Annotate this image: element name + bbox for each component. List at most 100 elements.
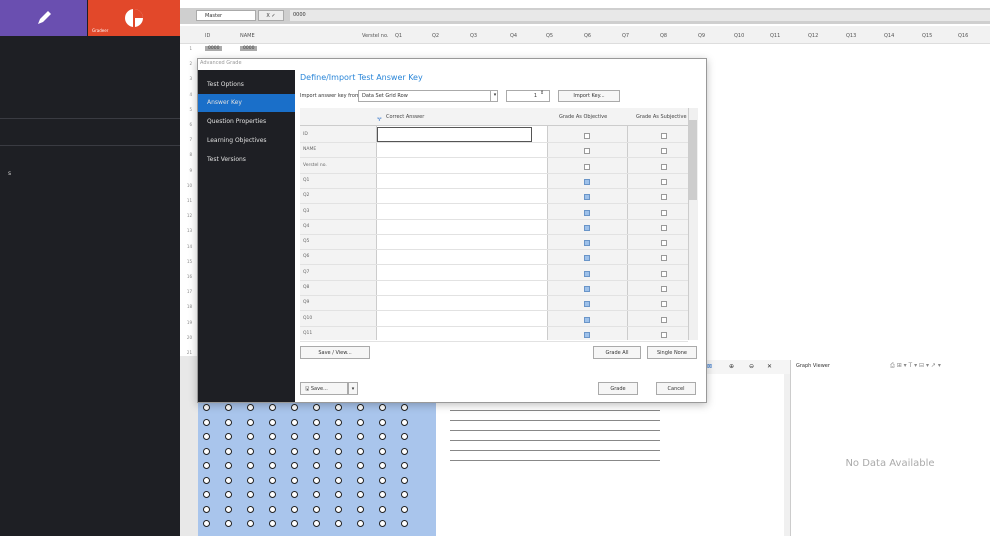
column-header[interactable]: Q3 bbox=[470, 33, 477, 39]
column-header[interactable]: Q12 bbox=[808, 33, 818, 39]
close-icon[interactable]: ✕ bbox=[767, 360, 772, 374]
nav-question-properties[interactable]: Question Properties bbox=[198, 113, 295, 131]
objective-checkbox[interactable] bbox=[584, 286, 590, 292]
nav-test-versions[interactable]: Test Versions bbox=[198, 151, 295, 169]
row-number[interactable]: 14 bbox=[180, 244, 194, 249]
save-view-button[interactable]: Save / View... bbox=[300, 346, 370, 359]
nav-test-options[interactable]: Test Options bbox=[198, 76, 295, 94]
column-header[interactable]: Verstel no. bbox=[362, 33, 389, 39]
row-number[interactable]: 3 bbox=[180, 76, 194, 81]
subjective-checkbox[interactable] bbox=[661, 270, 667, 277]
dialog-heading: Define/Import Test Answer Key bbox=[300, 73, 423, 82]
row-number[interactable]: 21 bbox=[180, 350, 194, 355]
cancel-button[interactable]: Cancel bbox=[656, 382, 696, 395]
column-header[interactable]: Q7 bbox=[622, 33, 629, 39]
table-scroll-thumb[interactable] bbox=[689, 120, 697, 200]
row-number[interactable]: 11 bbox=[180, 198, 194, 203]
row-number[interactable]: 4 bbox=[180, 92, 194, 97]
zoom-in-icon[interactable]: ⊕ bbox=[729, 360, 734, 374]
subjective-checkbox[interactable] bbox=[661, 255, 667, 262]
spinner-arrows-icon[interactable]: ⇕ bbox=[540, 90, 544, 96]
row-number[interactable]: 10 bbox=[180, 183, 194, 188]
grid-cell[interactable]: 0000 bbox=[240, 46, 258, 51]
edit-tool-button[interactable] bbox=[0, 0, 87, 36]
objective-checkbox[interactable] bbox=[584, 148, 590, 155]
grade-button[interactable]: Grade bbox=[598, 382, 638, 395]
row-number[interactable]: 18 bbox=[180, 304, 194, 309]
column-header[interactable]: Q8 bbox=[660, 33, 667, 39]
objective-checkbox[interactable] bbox=[584, 331, 590, 338]
single-none-button[interactable]: Single None bbox=[647, 346, 697, 359]
subjective-checkbox[interactable] bbox=[661, 178, 667, 185]
import-source-select[interactable]: Data Set Grid Row bbox=[358, 90, 498, 102]
column-header[interactable]: Q5 bbox=[546, 33, 553, 39]
subjective-checkbox[interactable] bbox=[661, 301, 667, 308]
row-number[interactable]: 15 bbox=[180, 259, 194, 264]
grid-cell[interactable]: 0000 bbox=[205, 46, 223, 51]
column-header[interactable]: Q1 bbox=[395, 33, 402, 39]
import-key-button[interactable]: Import Key... bbox=[558, 90, 620, 102]
save-dropdown-icon[interactable]: ▾ bbox=[348, 382, 358, 395]
column-header[interactable]: Q16 bbox=[958, 33, 968, 39]
row-number[interactable]: 13 bbox=[180, 228, 194, 233]
row-number[interactable]: 16 bbox=[180, 274, 194, 279]
objective-checkbox[interactable] bbox=[584, 224, 590, 231]
subjective-checkbox[interactable] bbox=[661, 194, 667, 201]
column-header[interactable]: Q15 bbox=[922, 33, 932, 39]
objective-checkbox[interactable] bbox=[584, 255, 590, 262]
column-header[interactable]: ID bbox=[205, 33, 210, 39]
objective-checkbox[interactable] bbox=[584, 301, 590, 308]
row-number[interactable]: 9 bbox=[180, 168, 194, 173]
objective-checkbox[interactable] bbox=[584, 133, 590, 139]
column-header[interactable]: Q4 bbox=[510, 33, 517, 39]
row-number[interactable]: 20 bbox=[180, 335, 194, 340]
row-number[interactable]: 19 bbox=[180, 320, 194, 325]
column-header[interactable]: Q11 bbox=[770, 33, 780, 39]
save-button[interactable]: 🖫 Save... bbox=[300, 382, 348, 395]
subjective-checkbox[interactable] bbox=[661, 163, 667, 170]
row-number[interactable]: 2 bbox=[180, 61, 194, 66]
objective-checkbox[interactable] bbox=[584, 194, 590, 201]
formula-confirm-icons[interactable]: X ✓ bbox=[258, 10, 284, 21]
answer-bubble bbox=[203, 505, 210, 513]
objective-checkbox[interactable] bbox=[584, 163, 590, 170]
objective-checkbox[interactable] bbox=[584, 209, 590, 216]
grade-tool-button[interactable]: Gradeer bbox=[88, 0, 180, 36]
row-number[interactable]: 5 bbox=[180, 107, 194, 112]
correct-answer-input[interactable] bbox=[377, 127, 532, 142]
column-header[interactable]: Q10 bbox=[734, 33, 744, 39]
subjective-checkbox[interactable] bbox=[661, 331, 667, 338]
subjective-checkbox[interactable] bbox=[661, 224, 667, 231]
graph-toolbar-icons[interactable]: ⎙ ⊞ ▾ T ▾ ⊟ ▾ ↗ ▾ bbox=[890, 362, 941, 370]
column-header[interactable]: Q9 bbox=[698, 33, 705, 39]
grade-all-button[interactable]: Grade All bbox=[593, 346, 641, 359]
subjective-checkbox[interactable] bbox=[661, 240, 667, 247]
cell-reference-box[interactable]: Master bbox=[196, 10, 256, 21]
column-header[interactable]: Q13 bbox=[846, 33, 856, 39]
objective-checkbox[interactable] bbox=[584, 316, 590, 323]
objective-checkbox[interactable] bbox=[584, 240, 590, 247]
objective-checkbox[interactable] bbox=[584, 178, 590, 185]
row-number[interactable]: 12 bbox=[180, 213, 194, 218]
subjective-checkbox[interactable] bbox=[661, 286, 667, 292]
column-header[interactable]: Q2 bbox=[432, 33, 439, 39]
nav-learning-objectives[interactable]: Learning Objectives bbox=[198, 132, 295, 150]
row-number[interactable]: 8 bbox=[180, 152, 194, 157]
objective-checkbox[interactable] bbox=[584, 270, 590, 277]
subjective-checkbox[interactable] bbox=[661, 148, 667, 155]
column-header[interactable]: Q14 bbox=[884, 33, 894, 39]
zoom-out-icon[interactable]: ⊖ bbox=[749, 360, 754, 374]
row-number[interactable]: 6 bbox=[180, 122, 194, 127]
subjective-checkbox[interactable] bbox=[661, 133, 667, 139]
row-number[interactable]: 17 bbox=[180, 289, 194, 294]
formula-input[interactable]: 0000 bbox=[290, 10, 990, 21]
column-header[interactable]: Q6 bbox=[584, 33, 591, 39]
nav-answer-key[interactable]: Answer Key bbox=[198, 94, 295, 112]
row-number[interactable]: 7 bbox=[180, 137, 194, 142]
chevron-down-icon[interactable]: ▾ bbox=[490, 90, 499, 102]
subjective-checkbox[interactable] bbox=[661, 209, 667, 216]
row-number[interactable]: 1 bbox=[180, 46, 194, 51]
column-header[interactable]: NAME bbox=[240, 33, 255, 39]
zoom-fit-icon[interactable]: ⊠ bbox=[707, 360, 712, 374]
subjective-checkbox[interactable] bbox=[661, 316, 667, 323]
